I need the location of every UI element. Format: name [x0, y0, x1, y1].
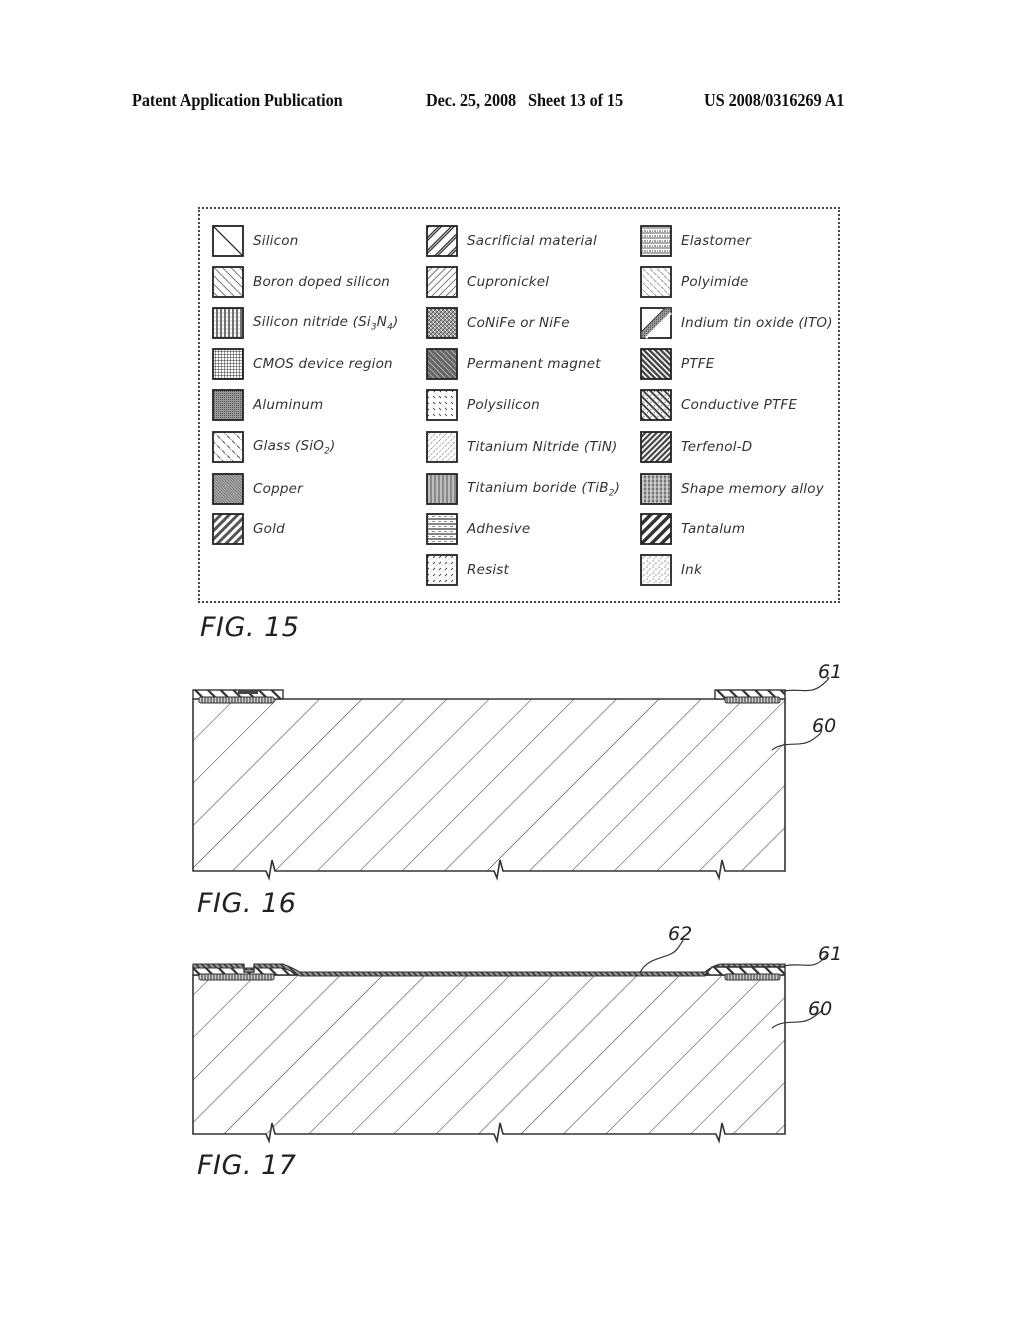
- ref-62: 62: [668, 923, 692, 945]
- cross-section-drawings: 61 60 62 61 60: [192, 661, 842, 1144]
- metal-contact: [238, 690, 258, 694]
- fig-17-label: FIG. 17: [197, 1150, 297, 1181]
- cmos-region-right: [724, 973, 781, 981]
- fig-16-drawing: 61 60: [192, 661, 842, 881]
- cmos-region-left: [198, 973, 275, 981]
- leader-62: [639, 940, 684, 974]
- ref-60: 60: [808, 998, 832, 1020]
- substrate-60: [192, 698, 786, 881]
- ref-61: 61: [818, 943, 842, 965]
- cmos-region-right: [724, 696, 781, 704]
- fig-16-label: FIG. 16: [197, 888, 297, 919]
- ref-61: 61: [818, 661, 842, 683]
- cmos-region-left: [198, 696, 275, 704]
- fig-17-drawing: 62 61 60: [192, 923, 842, 1144]
- substrate-60: [192, 974, 786, 1144]
- ref-60: 60: [812, 715, 836, 737]
